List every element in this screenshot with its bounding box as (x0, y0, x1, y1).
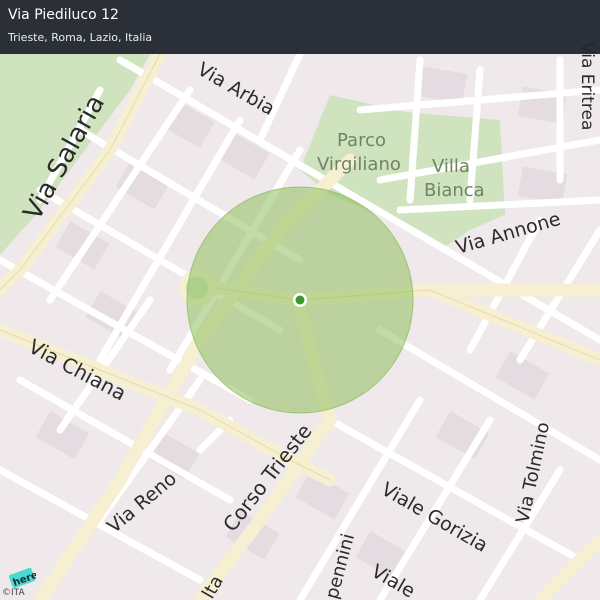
label-top-right-partial: Via Eritrea (577, 42, 597, 130)
label-parco-virgiliano-2: Virgiliano (317, 154, 401, 175)
label-villa-bianca-2: Bianca (424, 180, 485, 201)
map-view[interactable]: Via Salaria Via Arbia Parco Virgiliano V… (0, 0, 600, 600)
address-header: Via Piediluco 12 Trieste, Roma, Lazio, I… (0, 0, 600, 54)
map-canvas[interactable]: Via Salaria Via Arbia Parco Virgiliano V… (0, 0, 600, 600)
current-location-dot-core (295, 295, 305, 305)
address-title: Via Piediluco 12 (8, 7, 119, 23)
label-villa-bianca-1: Villa (432, 156, 470, 177)
label-parco-virgiliano-1: Parco (337, 130, 386, 151)
map-attribution: ©ITA (2, 588, 25, 598)
address-subtitle: Trieste, Roma, Lazio, Italia (8, 31, 153, 44)
here-logo-icon: here (8, 568, 36, 589)
